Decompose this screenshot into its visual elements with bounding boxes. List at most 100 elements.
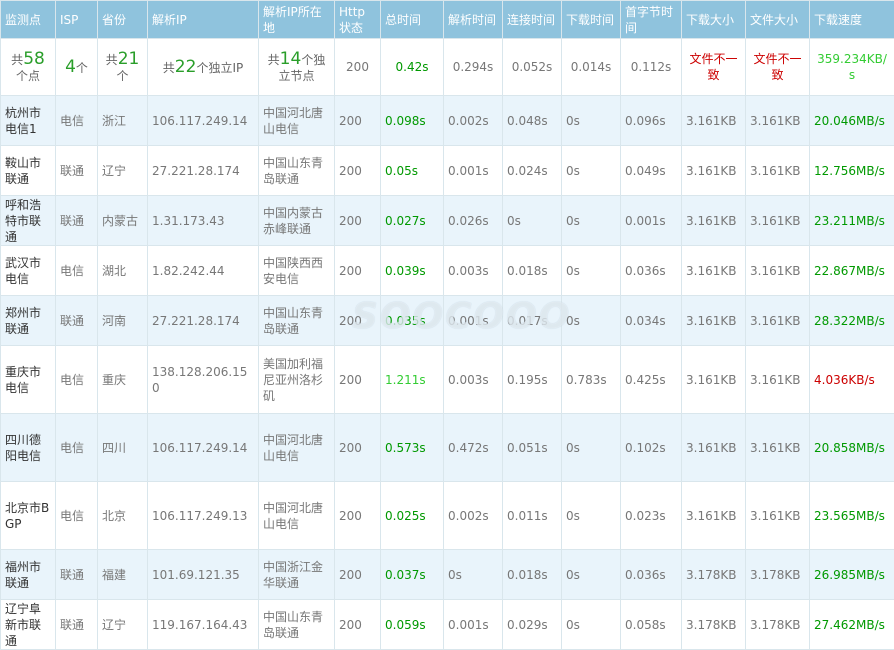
col-header-ip-location[interactable]: 解析IP所在地 <box>259 1 335 39</box>
cell-city[interactable]: 四川德阳电信 <box>1 414 56 482</box>
cell-download: 0s <box>562 600 621 650</box>
cell-ip: 106.117.249.14 <box>148 96 259 146</box>
cell-connect: 0.018s <box>503 550 562 600</box>
cell-isp: 电信 <box>56 414 98 482</box>
cell-connect: 0.018s <box>503 246 562 296</box>
cell-connect: 0.017s <box>503 296 562 346</box>
cell-total: 0.039s <box>381 246 444 296</box>
cell-city[interactable]: 北京市BGP <box>1 482 56 550</box>
header-row: 监测点 ISP 省份 解析IP 解析IP所在地 Http状态 总时间 解析时间 … <box>1 1 894 39</box>
cell-http: 200 <box>335 482 381 550</box>
cell-download: 0s <box>562 296 621 346</box>
col-header-city[interactable]: 监测点 <box>1 1 56 39</box>
col-header-isp[interactable]: ISP <box>56 1 98 39</box>
cell-http: 200 <box>335 96 381 146</box>
cell-download: 0s <box>562 482 621 550</box>
table-row: 鞍山市联通联通辽宁27.221.28.174中国山东青岛联通2000.05s0.… <box>1 146 894 196</box>
cell-file-size: 3.161KB <box>746 346 810 414</box>
cell-city[interactable]: 呼和浩特市联通 <box>1 196 56 246</box>
table-row: 郑州市联通联通河南27.221.28.174中国山东青岛联通2000.035s0… <box>1 296 894 346</box>
cell-http: 200 <box>335 296 381 346</box>
cell-ip: 119.167.164.43 <box>148 600 259 650</box>
cell-download: 0s <box>562 550 621 600</box>
cell-city[interactable]: 郑州市联通 <box>1 296 56 346</box>
col-header-http[interactable]: Http状态 <box>335 1 381 39</box>
col-header-speed[interactable]: 下载速度 <box>810 1 894 39</box>
cell-speed: 23.565MB/s <box>810 482 894 550</box>
cell-file-size: 3.161KB <box>746 246 810 296</box>
col-header-dns[interactable]: 解析时间 <box>444 1 503 39</box>
cell-ip-location: 中国河北唐山电信 <box>259 414 335 482</box>
cell-ip-location: 中国山东青岛联通 <box>259 146 335 196</box>
cell-total: 0.098s <box>381 96 444 146</box>
cell-dl-size: 3.161KB <box>682 246 746 296</box>
cell-dns: 0.002s <box>444 96 503 146</box>
cell-first-byte: 0.049s <box>621 146 682 196</box>
cell-isp: 电信 <box>56 482 98 550</box>
cell-city[interactable]: 重庆市电信 <box>1 346 56 414</box>
cell-ip-location: 中国山东青岛联通 <box>259 600 335 650</box>
col-header-first-byte[interactable]: 首字节时间 <box>621 1 682 39</box>
cell-ip-location: 中国山东青岛联通 <box>259 296 335 346</box>
col-header-download[interactable]: 下载时间 <box>562 1 621 39</box>
cell-download: 0s <box>562 146 621 196</box>
cell-dns: 0.001s <box>444 296 503 346</box>
cell-speed: 23.211MB/s <box>810 196 894 246</box>
cell-ip: 138.128.206.150 <box>148 346 259 414</box>
cell-first-byte: 0.034s <box>621 296 682 346</box>
cell-isp: 电信 <box>56 246 98 296</box>
cell-http: 200 <box>335 246 381 296</box>
cell-total: 0.035s <box>381 296 444 346</box>
cell-download: 0s <box>562 196 621 246</box>
cell-download: 0s <box>562 246 621 296</box>
cell-province: 浙江 <box>98 96 148 146</box>
cell-download: 0s <box>562 96 621 146</box>
cell-city[interactable]: 武汉市电信 <box>1 246 56 296</box>
cell-http: 200 <box>335 196 381 246</box>
cell-speed: 28.322MB/s <box>810 296 894 346</box>
cell-city[interactable]: 杭州市电信1 <box>1 96 56 146</box>
cell-province: 辽宁 <box>98 146 148 196</box>
cell-file-size: 3.161KB <box>746 96 810 146</box>
cell-file-size: 3.161KB <box>746 196 810 246</box>
cell-isp: 联通 <box>56 196 98 246</box>
col-header-dl-size[interactable]: 下载大小 <box>682 1 746 39</box>
cell-ip: 1.31.173.43 <box>148 196 259 246</box>
cell-dl-size: 3.178KB <box>682 600 746 650</box>
col-header-province[interactable]: 省份 <box>98 1 148 39</box>
cell-first-byte: 0.102s <box>621 414 682 482</box>
cell-ip: 27.221.28.174 <box>148 146 259 196</box>
col-header-connect[interactable]: 连接时间 <box>503 1 562 39</box>
cell-total: 0.573s <box>381 414 444 482</box>
cell-ip-location: 中国河北唐山电信 <box>259 96 335 146</box>
cell-first-byte: 0.058s <box>621 600 682 650</box>
cell-file-size: 3.161KB <box>746 146 810 196</box>
cell-dl-size: 3.161KB <box>682 196 746 246</box>
cell-city[interactable]: 鞍山市联通 <box>1 146 56 196</box>
summary-file-size: 文件不一致 <box>746 39 810 96</box>
cell-speed: 20.858MB/s <box>810 414 894 482</box>
cell-city[interactable]: 辽宁阜新市联通 <box>1 600 56 650</box>
cell-speed: 27.462MB/s <box>810 600 894 650</box>
cell-ip-location: 中国河北唐山电信 <box>259 482 335 550</box>
col-header-ip[interactable]: 解析IP <box>148 1 259 39</box>
table-row: 武汉市电信电信湖北1.82.242.44中国陕西西安电信2000.039s0.0… <box>1 246 894 296</box>
cell-http: 200 <box>335 414 381 482</box>
table-row: 辽宁阜新市联通联通辽宁119.167.164.43中国山东青岛联通2000.05… <box>1 600 894 650</box>
cell-file-size: 3.161KB <box>746 296 810 346</box>
cell-speed: 12.756MB/s <box>810 146 894 196</box>
summary-speed: 359.234KB/s <box>810 39 894 96</box>
cell-file-size: 3.161KB <box>746 414 810 482</box>
col-header-file-size[interactable]: 文件大小 <box>746 1 810 39</box>
col-header-total[interactable]: 总时间 <box>381 1 444 39</box>
table-row: 呼和浩特市联通联通内蒙古1.31.173.43中国内蒙古赤峰联通2000.027… <box>1 196 894 246</box>
monitor-table: 监测点 ISP 省份 解析IP 解析IP所在地 Http状态 总时间 解析时间 … <box>0 0 894 650</box>
cell-isp: 联通 <box>56 550 98 600</box>
cell-ip: 106.117.249.14 <box>148 414 259 482</box>
cell-ip-location: 中国内蒙古赤峰联通 <box>259 196 335 246</box>
table-row: 福州市联通联通福建101.69.121.35中国浙江金华联通2000.037s0… <box>1 550 894 600</box>
cell-connect: 0.029s <box>503 600 562 650</box>
cell-dns: 0.002s <box>444 482 503 550</box>
cell-http: 200 <box>335 600 381 650</box>
cell-city[interactable]: 福州市联通 <box>1 550 56 600</box>
